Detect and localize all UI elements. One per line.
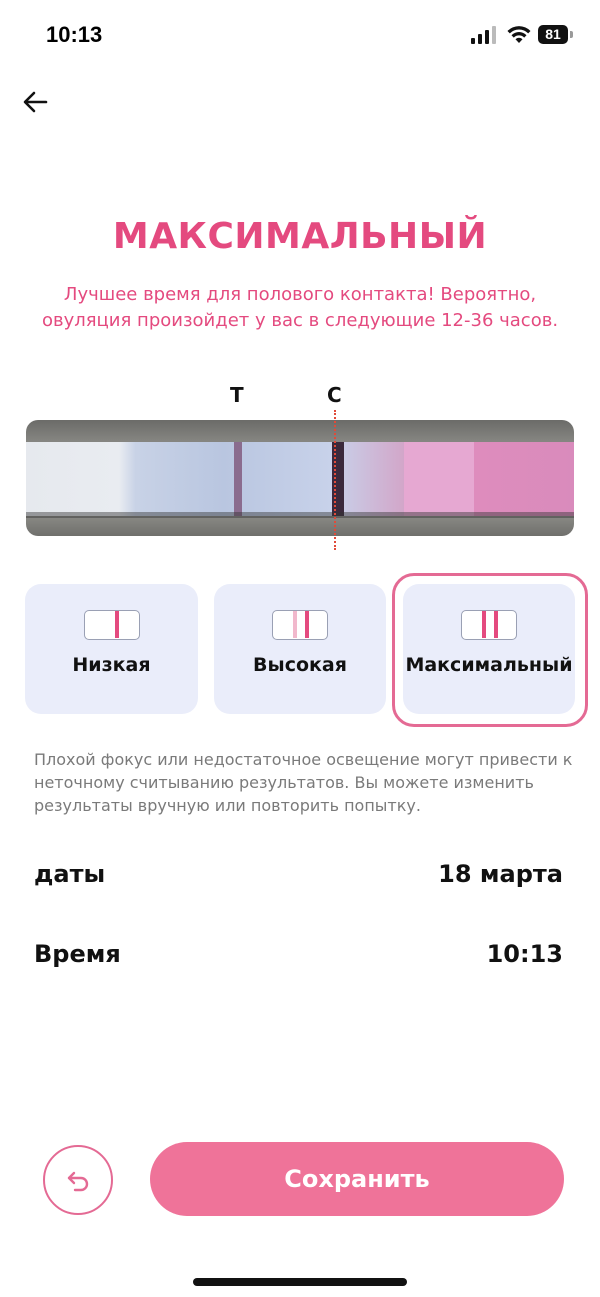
home-indicator xyxy=(193,1278,407,1286)
test-strip-photo xyxy=(26,420,574,536)
strip-two-lines-icon xyxy=(461,610,517,640)
date-value[interactable]: 18 марта xyxy=(438,860,563,888)
cellular-signal-icon xyxy=(471,26,496,44)
time-label: Время xyxy=(34,940,121,968)
battery-indicator: 81 xyxy=(538,25,568,44)
status-time: 10:13 xyxy=(46,22,103,47)
control-line-label: C xyxy=(327,383,342,407)
test-line xyxy=(234,442,242,516)
level-option-label: Высокая xyxy=(253,654,347,676)
save-button[interactable]: Сохранить xyxy=(150,1142,564,1216)
battery-tip xyxy=(570,31,573,38)
level-option-label: Низкая xyxy=(72,654,151,676)
back-button[interactable] xyxy=(20,86,52,118)
undo-button[interactable] xyxy=(43,1145,113,1215)
control-guide-line xyxy=(334,410,336,550)
undo-icon xyxy=(67,1171,89,1192)
date-label: даты xyxy=(34,860,106,888)
level-option-max[interactable]: Максимальный xyxy=(403,584,575,714)
test-line-label: T xyxy=(230,383,244,407)
arrow-left-icon xyxy=(23,91,48,113)
level-option-low[interactable]: Низкая xyxy=(25,584,198,714)
result-title: МАКСИМАЛЬНЫЙ xyxy=(112,216,488,257)
time-value[interactable]: 10:13 xyxy=(487,940,563,968)
strip-two-lines-faint-icon xyxy=(272,610,328,640)
wifi-icon xyxy=(507,26,531,43)
result-description: Лучшее время для полового контакта! Веро… xyxy=(41,284,559,331)
accuracy-hint: Плохой фокус или недостаточное освещение… xyxy=(34,750,573,815)
strip-one-line-icon xyxy=(83,610,140,640)
level-option-high[interactable]: Высокая xyxy=(214,584,386,714)
level-option-label: Максимальный xyxy=(405,654,573,676)
